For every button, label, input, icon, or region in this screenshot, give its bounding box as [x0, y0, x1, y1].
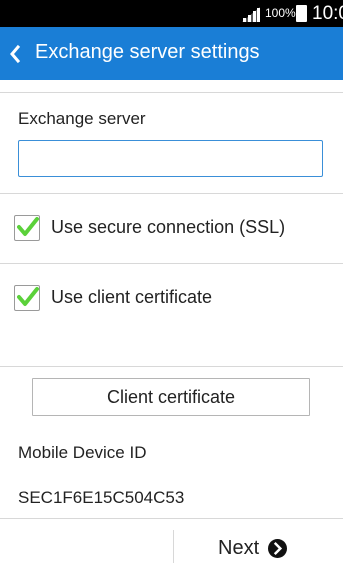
- client-certificate-label[interactable]: Use client certificate: [51, 287, 212, 308]
- footer-separator: [173, 530, 174, 563]
- divider: [0, 518, 343, 519]
- ssl-label[interactable]: Use secure connection (SSL): [51, 217, 285, 238]
- checkmark-icon: [17, 217, 39, 236]
- divider: [0, 92, 343, 93]
- signal-icon: [242, 7, 260, 22]
- ssl-checkbox[interactable]: [14, 215, 40, 241]
- exchange-server-input[interactable]: [18, 140, 323, 177]
- page-title: Exchange server settings: [35, 41, 260, 63]
- mobile-device-id-value: SEC1F6E15C504C53: [18, 488, 185, 507]
- next-label[interactable]: Next: [218, 537, 259, 560]
- divider: [0, 193, 343, 194]
- divider: [0, 366, 343, 367]
- app-bar: Exchange server settings: [0, 27, 343, 80]
- battery-icon: [296, 5, 307, 22]
- mobile-device-id-label: Mobile Device ID: [18, 443, 147, 462]
- checkmark-icon: [17, 287, 39, 306]
- arrow-right-circle-icon[interactable]: [268, 538, 288, 558]
- client-certificate-button[interactable]: Client certificate: [32, 378, 310, 416]
- battery-percent: 100%: [265, 6, 296, 20]
- next-button[interactable]: Next: [218, 534, 288, 562]
- divider: [0, 263, 343, 264]
- exchange-server-label: Exchange server: [18, 109, 146, 128]
- client-certificate-checkbox[interactable]: [14, 285, 40, 311]
- chevron-left-icon[interactable]: [7, 42, 23, 66]
- status-bar: 100% 10:00: [0, 0, 343, 27]
- clock: 10:00: [312, 3, 343, 24]
